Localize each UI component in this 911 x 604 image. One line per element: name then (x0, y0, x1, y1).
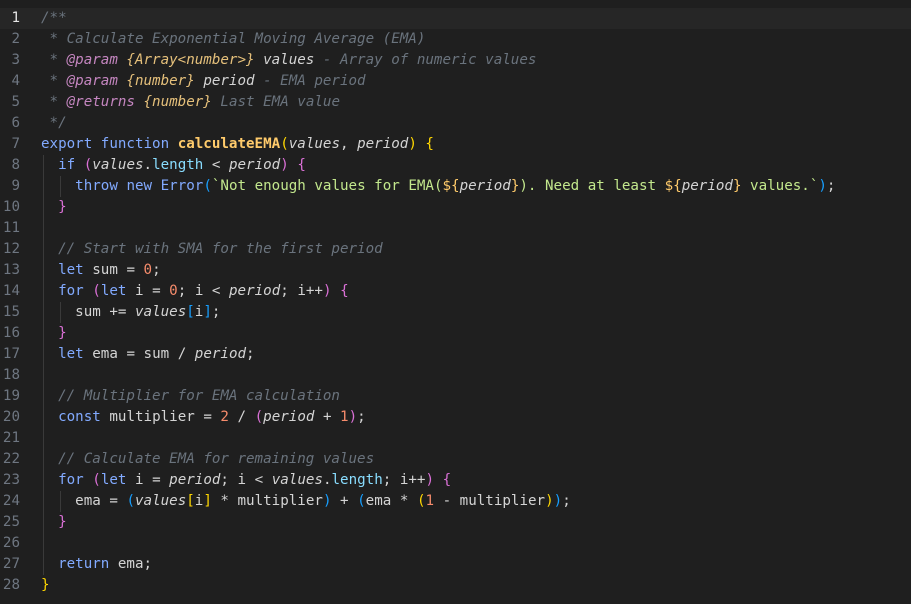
code-line[interactable]: 27 return ema; (0, 554, 911, 575)
indent-guide (60, 491, 61, 512)
line-number: 11 (2, 220, 20, 236)
line-number: 21 (2, 430, 20, 446)
line-number: 17 (2, 346, 20, 362)
line-number: 24 (2, 493, 20, 509)
code-line[interactable]: 20 const multiplier = 2 / (period + 1); (0, 407, 911, 428)
line-number: 13 (2, 262, 20, 278)
code-line[interactable]: 26 (0, 533, 911, 554)
code-text: const multiplier = 2 / (period + 1); (58, 409, 366, 425)
code-line[interactable]: 1 /** (0, 8, 911, 29)
code-line[interactable]: 23 for (let i = period; i < values.lengt… (0, 470, 911, 491)
code-text: } (41, 577, 50, 593)
code-text: if (values.length < period) { (58, 157, 306, 173)
line-number: 19 (2, 388, 20, 404)
line-number: 12 (2, 241, 20, 257)
line-number: 20 (2, 409, 20, 425)
code-line[interactable]: 13 let sum = 0; (0, 260, 911, 281)
line-number: 10 (2, 199, 20, 215)
code-text: // Calculate EMA for remaining values (41, 451, 375, 467)
code-text: // Multiplier for EMA calculation (41, 388, 340, 404)
line-number: 7 (11, 136, 20, 152)
code-line[interactable]: 8 if (values.length < period) { (0, 155, 911, 176)
code-text: */ (41, 115, 67, 131)
line-number: 15 (2, 304, 20, 320)
line-number: 8 (11, 157, 20, 173)
code-line[interactable]: 15 sum += values[i]; (0, 302, 911, 323)
code-line[interactable]: 24 ema = (values[i] * multiplier) + (ema… (0, 491, 911, 512)
line-number: 3 (11, 52, 20, 68)
line-number: 23 (2, 472, 20, 488)
code-text: for (let i = period; i < values.length; … (58, 472, 452, 488)
line-number: 2 (11, 31, 20, 47)
code-text: let ema = sum / period; (58, 346, 255, 362)
code-line[interactable]: 3 * @param {Array<number>} values - Arra… (0, 50, 911, 71)
code-text: export function calculateEMA(values, per… (41, 136, 434, 152)
code-text: } (58, 514, 67, 530)
code-text: return ema; (58, 556, 153, 572)
indent-guide (60, 176, 61, 197)
code-line[interactable]: 9 throw new Error(`Not enough values for… (0, 176, 911, 197)
code-text: } (58, 199, 67, 215)
code-text: sum += values[i]; (75, 304, 221, 320)
line-number: 9 (11, 178, 20, 194)
code-line[interactable]: 25 } (0, 512, 911, 533)
code-line[interactable]: 10 } (0, 197, 911, 218)
code-text: * @returns {number} Last EMA value (41, 94, 340, 110)
indent-guide (43, 155, 44, 575)
line-number: 1 (11, 10, 20, 26)
code-text: * @param {Array<number>} values - Array … (41, 52, 537, 68)
line-number: 22 (2, 451, 20, 467)
code-text: throw new Error(`Not enough values for E… (75, 178, 836, 194)
code-line[interactable]: 12 // Start with SMA for the first perio… (0, 239, 911, 260)
line-number: 25 (2, 514, 20, 530)
code-line[interactable]: 18 (0, 365, 911, 386)
line-number: 5 (11, 94, 20, 110)
code-text: // Start with SMA for the first period (41, 241, 383, 257)
line-number: 14 (2, 283, 20, 299)
code-line[interactable]: 7 export function calculateEMA(values, pe… (0, 134, 911, 155)
code-text: * @param {number} period - EMA period (41, 73, 366, 89)
line-number: 16 (2, 325, 20, 341)
code-text: ema = (values[i] * multiplier) + (ema * … (75, 493, 571, 509)
code-line[interactable]: 21 (0, 428, 911, 449)
line-number: 26 (2, 535, 20, 551)
indent-guide (60, 302, 61, 323)
line-number: 18 (2, 367, 20, 383)
line-number: 27 (2, 556, 20, 572)
code-line[interactable]: 19 // Multiplier for EMA calculation (0, 386, 911, 407)
line-number: 6 (11, 115, 20, 131)
code-editor[interactable]: 1 /** 2 * Calculate Exponential Moving Ave… (0, 0, 911, 604)
code-text: let sum = 0; (58, 262, 161, 278)
code-text: /** (41, 10, 67, 26)
line-number: 28 (2, 577, 20, 593)
code-text: for (let i = 0; i < period; i++) { (58, 283, 349, 299)
code-line[interactable]: 17 let ema = sum / period; (0, 344, 911, 365)
code-line[interactable]: 11 (0, 218, 911, 239)
code-line[interactable]: 16 } (0, 323, 911, 344)
line-number: 4 (11, 73, 20, 89)
code-line[interactable]: 14 for (let i = 0; i < period; i++) { (0, 281, 911, 302)
code-line[interactable]: 6 */ (0, 113, 911, 134)
code-line[interactable]: 28} (0, 575, 911, 596)
code-line[interactable]: 4 * @param {number} period - EMA period (0, 71, 911, 92)
code-line[interactable]: 2 * Calculate Exponential Moving Average… (0, 29, 911, 50)
code-line[interactable]: 5 * @returns {number} Last EMA value (0, 92, 911, 113)
code-line[interactable]: 22 // Calculate EMA for remaining values (0, 449, 911, 470)
code-text: } (58, 325, 67, 341)
code-text: * Calculate Exponential Moving Average (… (41, 31, 426, 47)
